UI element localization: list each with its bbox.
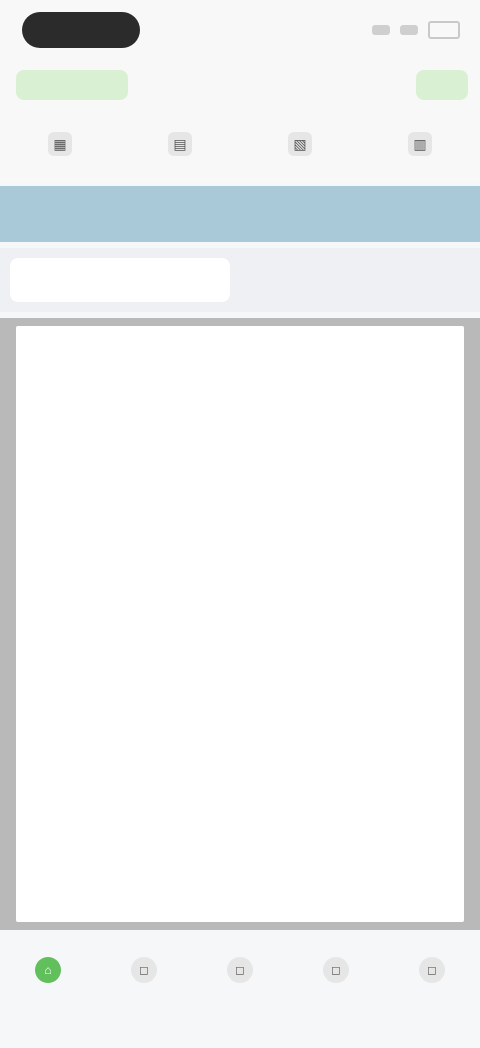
status-pill (22, 12, 140, 48)
tab-1[interactable] (10, 258, 230, 302)
tab-2[interactable] (250, 258, 470, 302)
document-body (36, 382, 444, 902)
tab-icon: ◻ (227, 957, 253, 983)
toolbar: ▦ ▤ ▧ ▥ (0, 112, 480, 182)
nav-left-button[interactable] (16, 70, 128, 100)
tabbar-item-4[interactable]: ◻ (296, 938, 376, 1008)
tabbar-item-2[interactable]: ◻ (104, 938, 184, 1008)
wifi-icon (400, 25, 418, 35)
toolbar-item-1[interactable]: ▦ (10, 117, 110, 177)
document-header (36, 350, 156, 364)
toolbar-item-3[interactable]: ▧ (250, 117, 350, 177)
tool-icon: ▤ (168, 132, 192, 156)
tool-icon: ▧ (288, 132, 312, 156)
tabbar-item-3[interactable]: ◻ (200, 938, 280, 1008)
home-icon: ⌂ (35, 957, 61, 983)
tool-icon: ▥ (408, 132, 432, 156)
tab-icon: ◻ (131, 957, 157, 983)
info-banner (0, 186, 480, 242)
toolbar-item-4[interactable]: ▥ (370, 117, 470, 177)
tabbar-item-1[interactable]: ⌂ (8, 938, 88, 1008)
nav-right-button[interactable] (416, 70, 468, 100)
tab-icon: ◻ (419, 957, 445, 983)
document-page[interactable] (16, 326, 464, 922)
tabbar-item-5[interactable]: ◻ (392, 938, 472, 1008)
toolbar-item-2[interactable]: ▤ (130, 117, 230, 177)
battery-icon (428, 21, 460, 39)
page-title (190, 72, 290, 100)
segmented-tabs (0, 248, 480, 312)
status-bar (0, 0, 480, 60)
signal-icon (372, 25, 390, 35)
bottom-tabbar: ⌂ ◻ ◻ ◻ ◻ (0, 930, 480, 1048)
tool-icon: ▦ (48, 132, 72, 156)
document-frame (0, 318, 480, 930)
status-right (340, 16, 460, 44)
nav-bar (0, 60, 480, 112)
tab-icon: ◻ (323, 957, 349, 983)
